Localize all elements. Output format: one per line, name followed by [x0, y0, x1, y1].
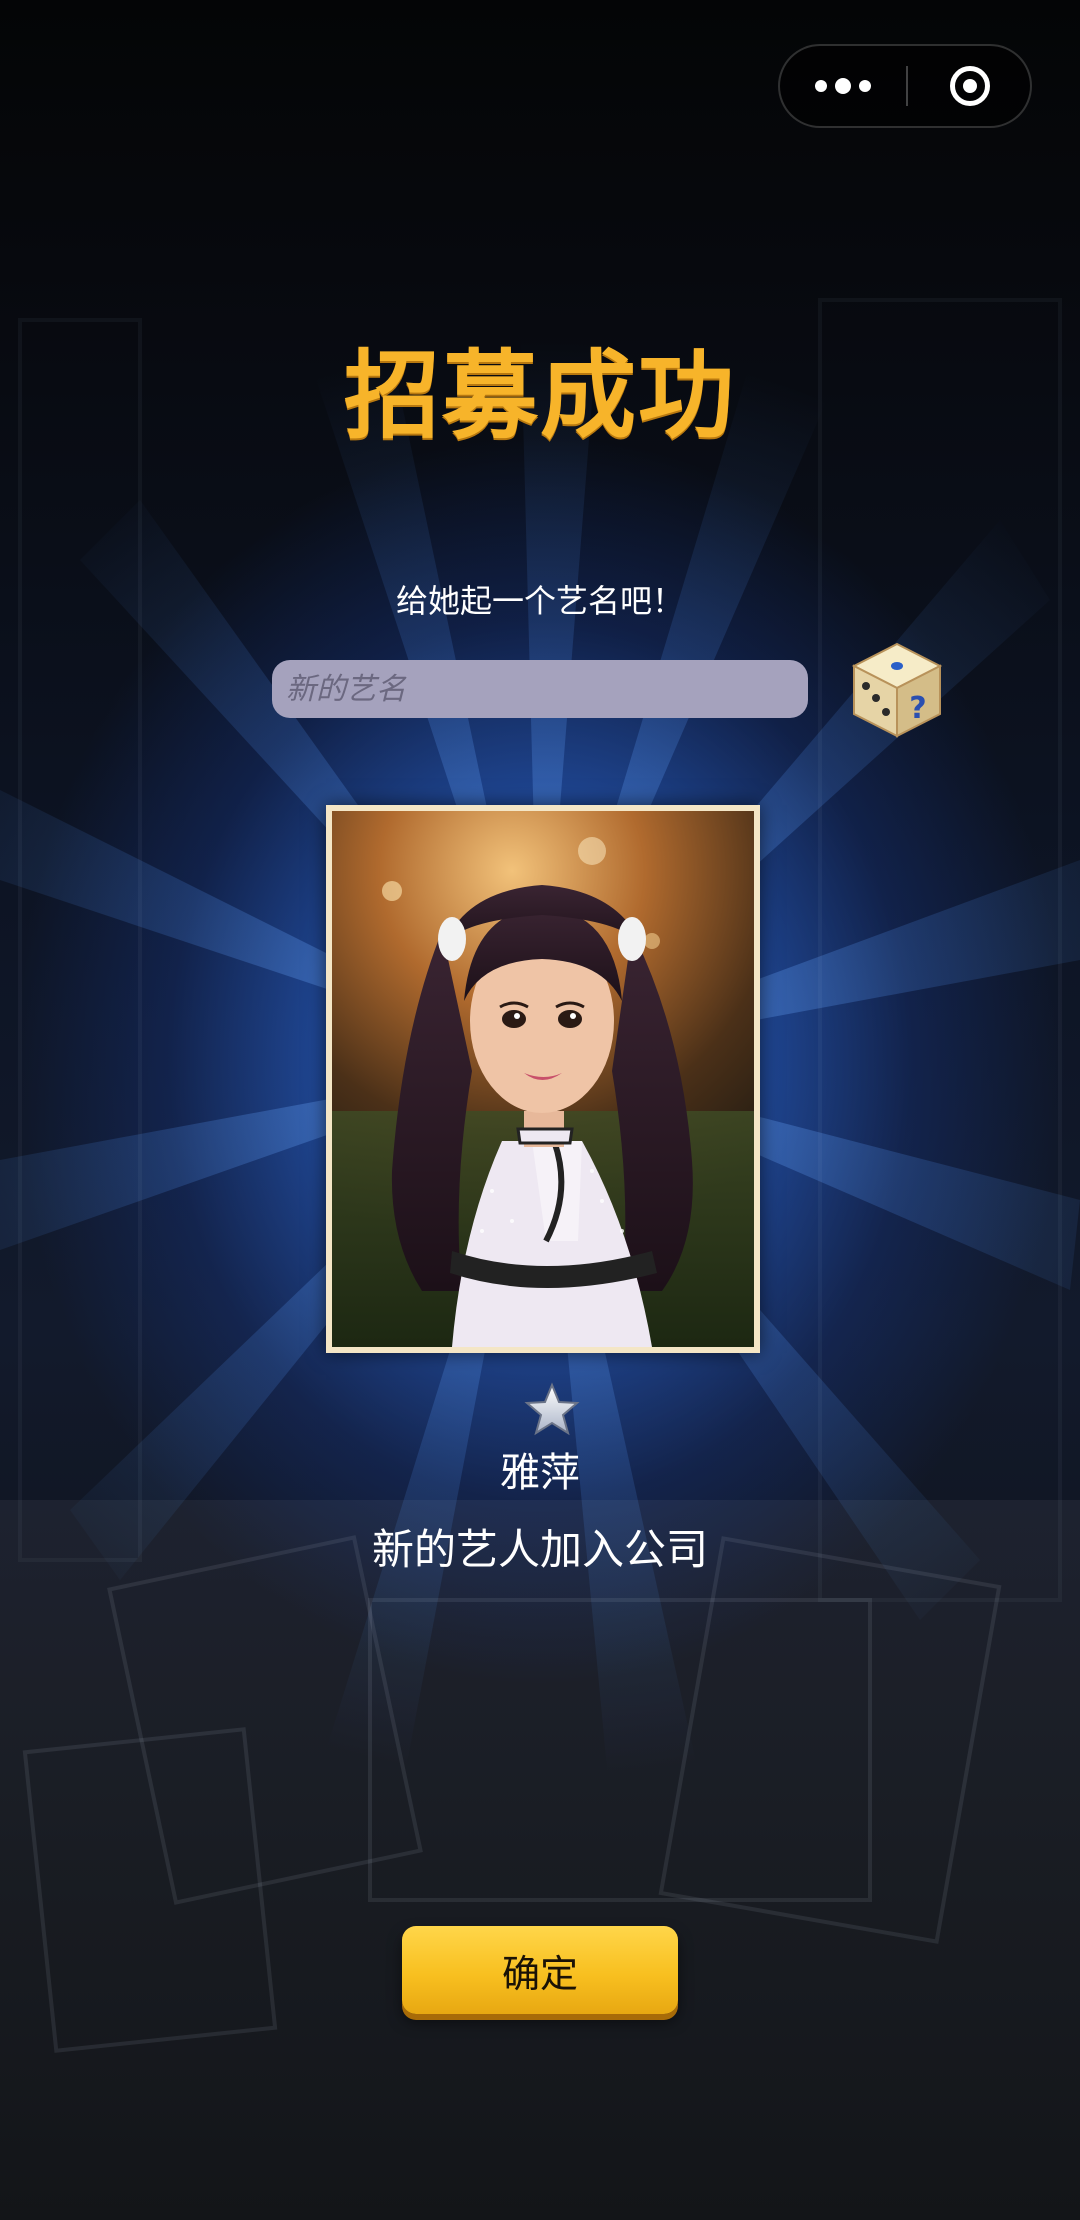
dice-question-mark: ? — [909, 691, 926, 726]
join-company-message: 新的艺人加入公司 — [371, 1525, 708, 1574]
more-dots-icon[interactable] — [780, 46, 906, 126]
page-title: 招募成功 — [344, 340, 736, 452]
naming-prompt: 给她起一个艺名吧！ — [395, 582, 684, 620]
close-miniprogram-icon[interactable] — [908, 46, 1032, 126]
random-name-dice-icon[interactable]: ? — [850, 640, 944, 740]
stage-name-input[interactable] — [272, 660, 808, 718]
artist-portrait — [326, 805, 760, 1353]
star-rating-icon — [524, 1382, 580, 1436]
recruit-success-screen: 招募成功 给她起一个艺名吧！ ? — [0, 0, 1080, 2220]
confirm-button[interactable]: 确定 — [402, 1926, 678, 2014]
artist-name: 雅萍 — [500, 1450, 580, 1496]
miniprogram-capsule — [778, 44, 1032, 128]
